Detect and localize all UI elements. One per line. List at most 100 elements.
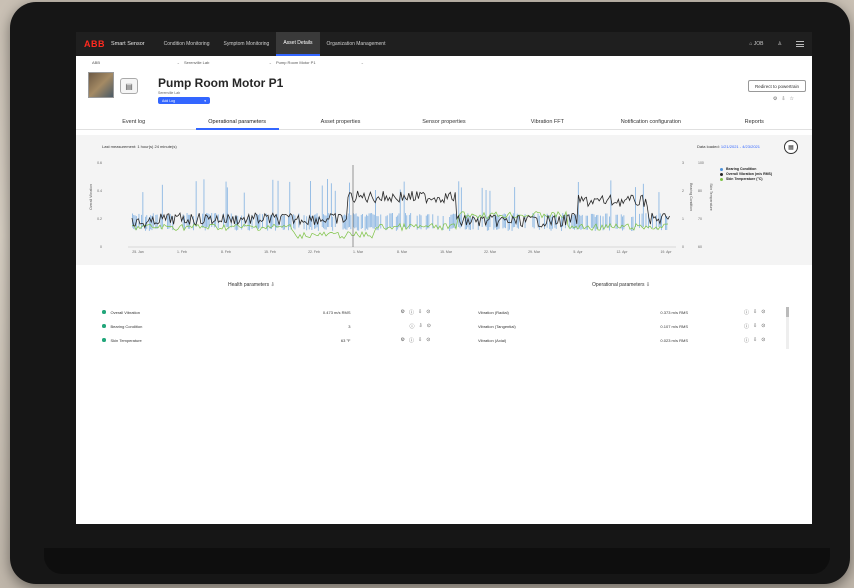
history-icon[interactable]: ⊙	[427, 323, 431, 330]
y-tick-label: 2	[682, 189, 684, 193]
x-tick-label: 15. Feb	[264, 250, 276, 254]
download-icon[interactable]: ⇩	[419, 323, 423, 330]
x-tick-label: 8. Mar	[397, 250, 408, 254]
gear-icon[interactable]: ⚙	[773, 96, 777, 102]
motor-icon: ▤	[120, 78, 138, 94]
y-tick-label: 0.2	[97, 217, 102, 221]
info-icon[interactable]: ⓘ	[744, 323, 749, 330]
legend-swatch	[720, 168, 723, 171]
bearing-condition-bar	[207, 213, 209, 228]
legend-item[interactable]: Skin Temperature (°C)	[720, 177, 772, 182]
row-actions: ⓘ ⇩ ⊙	[744, 323, 765, 330]
y-tick-label: 70	[698, 217, 702, 221]
row-actions: ⓘ ⇩ ⊙	[744, 309, 765, 316]
nav-tab-symptom-monitoring[interactable]: Symptom Monitoring	[216, 32, 276, 56]
operational-parameters-title: Operational parameters	[592, 282, 645, 288]
chart-panel: Last measurement: 1 hour(s) 24 minute(s)…	[76, 135, 812, 265]
info-icon[interactable]: ⓘ	[410, 323, 415, 330]
tab-reports[interactable]: Reports	[703, 114, 806, 129]
nav-right: ⌂ JOB ♙	[749, 32, 804, 56]
table-row: Vibration (Axial) 0.023 m/s RMS ⓘ ⇩ ⊙	[478, 335, 765, 345]
history-icon[interactable]: ⊙	[761, 337, 765, 344]
bearing-condition-bar	[592, 213, 594, 228]
bearing-condition-bar	[631, 217, 633, 231]
user-menu[interactable]: ⌂ JOB	[749, 41, 763, 47]
parameter-name: Skin Temperature	[110, 337, 142, 343]
breadcrumb-item[interactable]: Serenville Lab ⌄	[184, 60, 272, 65]
user-name: JOB	[753, 41, 764, 47]
bearing-condition-bar	[392, 213, 393, 227]
tablet-bezel-bottom	[44, 548, 830, 574]
download-icon[interactable]: ⇩	[646, 282, 650, 288]
scrollbar[interactable]	[786, 307, 789, 349]
download-icon[interactable]: ⇩	[753, 337, 757, 344]
tab-vibration-fft[interactable]: Vibration FFT	[496, 114, 599, 129]
bearing-condition-bar	[225, 181, 227, 227]
download-icon[interactable]: ⇩	[418, 337, 422, 344]
bearing-condition-bar	[639, 213, 640, 228]
nav-tab-condition-monitoring[interactable]: Condition Monitoring	[157, 32, 217, 56]
gear-icon[interactable]: ⚙	[401, 309, 405, 316]
parameter-name: Bearing Condition	[110, 323, 143, 329]
bearing-condition-bar	[512, 213, 514, 228]
history-icon[interactable]: ⊙	[761, 323, 765, 330]
bearing-condition-bar	[202, 213, 204, 228]
table-row: Overall Vibration 0.473 m/s RMS ⚙ ⓘ ⇩ ⊙	[102, 307, 430, 317]
legend-swatch	[720, 173, 723, 176]
bearing-condition-bar	[142, 192, 144, 227]
add-log-button[interactable]: Add Log ▾	[158, 97, 210, 104]
x-tick-label: 5. Apr	[573, 250, 583, 254]
history-icon[interactable]: ⊙	[761, 309, 765, 316]
history-icon[interactable]: ⊙	[426, 337, 430, 344]
gear-icon[interactable]: ⚙	[401, 337, 405, 344]
info-icon[interactable]: ⓘ	[744, 337, 749, 344]
trend-chart[interactable]: 25. Jan 1. Feb 8. Feb 15. Feb 22. Feb 1. Mar 8…	[76, 135, 812, 265]
history-icon[interactable]: ⊙	[426, 309, 430, 316]
download-icon[interactable]: ⇩	[271, 282, 275, 288]
hamburger-menu-icon[interactable]	[796, 41, 804, 47]
download-icon[interactable]: ⇩	[753, 323, 757, 330]
tab-operational-parameters[interactable]: Operational parameters	[185, 114, 288, 130]
row-actions: ⓘ ⇩ ⊙	[744, 337, 765, 344]
header-actions: ⚙ ⇩ ☆	[773, 96, 794, 102]
bearing-condition-bar	[597, 214, 599, 229]
info-icon[interactable]: ⓘ	[409, 309, 414, 316]
bearing-condition-bar	[481, 187, 483, 227]
parameter-value: 63 °F	[340, 337, 351, 343]
tab-event-log[interactable]: Event log	[82, 114, 185, 129]
y-tick-label: 0	[100, 245, 102, 249]
row-actions: ⚙ ⓘ ⇩ ⊙	[401, 337, 431, 344]
bearing-condition-bar	[161, 184, 163, 227]
x-tick-label: 12. Apr	[616, 250, 628, 254]
info-icon[interactable]: ⓘ	[744, 309, 749, 316]
tablet-frame: ABB Smart Sensor Condition Monitoring Sy…	[10, 2, 850, 584]
info-icon[interactable]: ⓘ	[409, 337, 414, 344]
download-icon[interactable]: ⇩	[781, 96, 785, 102]
nav-tab-asset-details[interactable]: Asset Details	[276, 32, 320, 56]
app-name: Smart Sensor	[111, 41, 145, 47]
table-row: Bearing Condition 3 ⓘ ⇩ ⊙	[102, 321, 431, 331]
series-line-overall-vibration	[131, 190, 670, 229]
tab-notification-configuration[interactable]: Notification configuration	[599, 114, 702, 129]
status-dot	[102, 324, 106, 328]
bearing-condition-bar	[371, 213, 373, 227]
tab-asset-properties[interactable]: Asset properties	[289, 114, 392, 129]
chart-legend: Bearing Condition Overall Vibration (m/s…	[720, 167, 772, 182]
notification-icon[interactable]: ♙	[778, 41, 782, 47]
redirect-to-powertrain-button[interactable]: Redirect to powertrain	[748, 80, 806, 92]
y-tick-label: 3	[682, 161, 684, 165]
download-icon[interactable]: ⇩	[418, 309, 422, 316]
bearing-condition-bar	[641, 213, 643, 228]
bearing-condition-bar	[623, 215, 625, 230]
tab-sensor-properties[interactable]: Sensor properties	[392, 114, 495, 129]
bearing-condition-bar	[243, 192, 245, 227]
bearing-condition-bar	[356, 216, 358, 231]
breadcrumb-item[interactable]: Pump Room Motor P1 ⌄	[276, 60, 364, 65]
nav-tab-organization-management[interactable]: Organization Management	[320, 32, 393, 56]
breadcrumb-item[interactable]: ABB ⌄	[92, 60, 180, 65]
bearing-condition-bar	[156, 214, 158, 229]
star-icon[interactable]: ☆	[790, 96, 794, 102]
download-icon[interactable]: ⇩	[753, 309, 757, 316]
bearing-condition-bar	[354, 214, 356, 229]
bearing-condition-bar	[133, 215, 135, 229]
